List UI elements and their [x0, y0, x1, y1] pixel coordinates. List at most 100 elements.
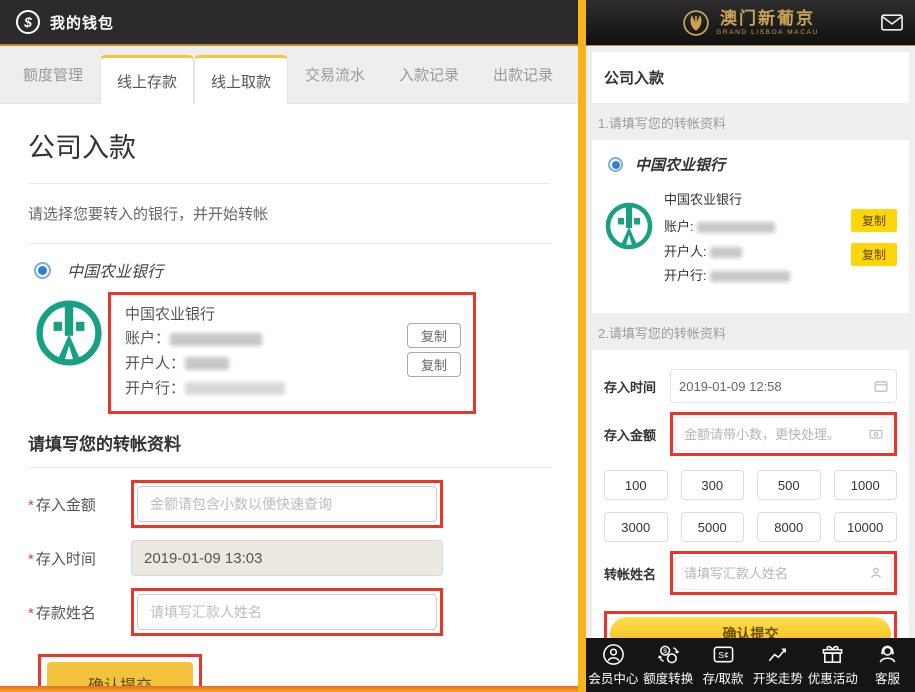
mobile-amount-label: 存入金额	[604, 425, 670, 444]
brand-text: 澳门新葡京 GRAND LISBOA MACAU	[716, 10, 818, 36]
radio-selected-icon[interactable]	[608, 157, 623, 172]
mobile-bank-info: 中国农业银行 账户: 开户人: 开户行:	[664, 189, 841, 289]
deposit-amount-input[interactable]	[137, 486, 437, 522]
masked-account-number	[170, 333, 262, 346]
copy-holder-button[interactable]: 复制	[407, 352, 461, 377]
mobile-payer-input[interactable]	[684, 566, 865, 581]
mobile-page-title-card: 公司入款	[592, 52, 909, 103]
tab-online-deposit[interactable]: 线上存款	[100, 55, 194, 104]
bank-name: 中国农业银行	[125, 303, 459, 324]
bank-radio-label: 中国农业银行	[67, 258, 163, 282]
payer-annotation-box	[131, 588, 443, 636]
quick-amount-grid: 100 300 500 1000 3000 5000 8000 10000	[604, 470, 897, 542]
payer-annotation-box	[670, 551, 897, 595]
service-icon	[876, 643, 899, 666]
mobile-deposit-panel: 澳门新葡京 GRAND LISBOA MACAU 公司入款 1.请填写您的转帐资…	[586, 0, 915, 692]
mobile-bank-radio-row[interactable]: 中国农业银行	[608, 154, 897, 175]
exchange-icon: $	[657, 643, 680, 666]
nav-customer-service[interactable]: 客服	[860, 643, 915, 687]
page-title: 公司入款	[28, 126, 550, 165]
mobile-bank-details: 中国农业银行 账户: 开户人: 开户行: 复制 复制	[604, 187, 897, 303]
brand-logo: 澳门新葡京 GRAND LISBOA MACAU	[682, 9, 818, 37]
wallet-tab-bar: 额度管理 线上存款 线上取款 交易流水 入款记录 出款记录	[0, 46, 578, 104]
amount-annotation-box	[131, 480, 443, 528]
payer-name-input[interactable]	[137, 594, 437, 630]
mobile-payer-label: 转帐姓名	[604, 564, 670, 583]
mobile-body: 公司入款 1.请填写您的转帐资料 中国农业银行	[586, 46, 915, 638]
brand-name-en: GRAND LISBOA MACAU	[716, 29, 818, 36]
nav-draw-trends[interactable]: 开奖走势	[750, 643, 805, 687]
mobile-amount-row: 存入金额	[604, 412, 897, 456]
desktop-wallet-panel: $ 我的钱包 额度管理 线上存款 线上取款 交易流水 入款记录 出款记录 公司入…	[0, 0, 578, 692]
svg-text:S¢: S¢	[718, 650, 729, 660]
trend-icon	[766, 643, 789, 666]
copy-account-button[interactable]: 复制	[851, 209, 897, 232]
tab-deposit-records[interactable]: 入款记录	[382, 46, 476, 103]
mobile-copy-buttons: 复制 复制	[851, 189, 897, 289]
abc-bank-logo	[604, 201, 654, 251]
quick-amount-500[interactable]: 500	[757, 470, 821, 500]
promo-icon	[821, 643, 844, 666]
footer-strip	[0, 686, 578, 692]
quick-amount-100[interactable]: 100	[604, 470, 668, 500]
nav-quota-exchange[interactable]: $ 额度转换	[641, 643, 696, 687]
mobile-page-title: 公司入款	[604, 70, 664, 87]
person-icon	[869, 566, 883, 580]
mobile-confirm-submit-button[interactable]: 确认提交	[610, 617, 891, 638]
nav-member-center[interactable]: 会员中心	[586, 643, 641, 687]
section2-label: 2.请填写您的转帐资料	[598, 323, 903, 342]
payer-name-label: *存款姓名	[28, 602, 131, 623]
mobile-amount-input[interactable]	[684, 427, 865, 442]
submit-annotation-box: 确认提交	[604, 611, 897, 638]
mobile-time-field	[670, 369, 897, 403]
tab-transaction-flow[interactable]: 交易流水	[288, 46, 382, 103]
screenshot-stage: $ 我的钱包 额度管理 线上存款 线上取款 交易流水 入款记录 出款记录 公司入…	[0, 0, 915, 692]
copy-holder-button[interactable]: 复制	[851, 243, 897, 266]
masked-branch-name	[710, 271, 790, 282]
bank-holder-line: 开户人:	[664, 240, 841, 265]
deposit-page-content: 公司入款 请选择您要转入的银行，并开始转帐 中国农业银行 中国农业银行	[0, 104, 578, 692]
brand-name-cn: 澳门新葡京	[720, 10, 815, 27]
deposit-amount-label: *存入金额	[28, 494, 131, 515]
mobile-payer-row: 转帐姓名	[604, 551, 897, 595]
quick-amount-5000[interactable]: 5000	[681, 512, 745, 542]
radio-selected-icon[interactable]	[34, 262, 51, 279]
member-icon	[602, 643, 625, 666]
nav-deposit-withdraw[interactable]: S¢ 存/取款	[696, 643, 751, 687]
bank-branch-line: 开户行：	[125, 377, 459, 402]
dollar-coin-icon: $	[16, 10, 40, 34]
deposit-time-input	[131, 540, 443, 576]
svg-text:$: $	[663, 648, 667, 655]
mobile-transfer-form-card: 存入时间 存入金额 100	[592, 350, 909, 638]
mobile-bottom-nav: 会员中心 $ 额度转换 S¢ 存/取款 开奖走势 优惠活动 客服	[586, 638, 915, 692]
abc-bank-logo	[34, 298, 104, 368]
tab-withdraw-records[interactable]: 出款记录	[476, 46, 570, 103]
bank-radio-row[interactable]: 中国农业银行	[34, 258, 550, 282]
bank-name: 中国农业银行	[664, 189, 841, 208]
quick-amount-8000[interactable]: 8000	[757, 512, 821, 542]
quick-amount-10000[interactable]: 10000	[834, 512, 898, 542]
masked-branch-name	[185, 382, 285, 395]
nav-promotions[interactable]: 优惠活动	[805, 643, 860, 687]
quick-amount-3000[interactable]: 3000	[604, 512, 668, 542]
bank-info-box-annotated: 中国农业银行 账户： 开户人： 开户行： 复制 复制	[108, 292, 476, 414]
panel-divider	[578, 0, 586, 692]
quick-amount-300[interactable]: 300	[681, 470, 745, 500]
tab-online-withdraw[interactable]: 线上取款	[194, 55, 288, 104]
mobile-time-label: 存入时间	[604, 377, 670, 396]
deposit-time-row: *存入时间	[28, 540, 550, 576]
payer-name-row: *存款姓名	[28, 588, 550, 636]
deposit-icon: S¢	[712, 643, 735, 666]
mobile-bank-radio-label: 中国农业银行	[635, 154, 725, 175]
copy-account-button[interactable]: 复制	[407, 323, 461, 348]
bank-branch-line: 开户行:	[664, 264, 841, 289]
masked-holder-name	[185, 357, 229, 370]
wallet-title: 我的钱包	[50, 12, 114, 33]
mobile-time-row: 存入时间	[604, 369, 897, 403]
quick-amount-1000[interactable]: 1000	[834, 470, 898, 500]
transfer-form-title: 请填写您的转帐资料	[28, 430, 550, 455]
mobile-bank-card: 中国农业银行 中国农业银行 账户:	[592, 140, 909, 313]
message-envelope-icon[interactable]	[881, 14, 903, 31]
masked-holder-name	[710, 247, 742, 258]
tab-quota-management[interactable]: 额度管理	[6, 46, 100, 103]
